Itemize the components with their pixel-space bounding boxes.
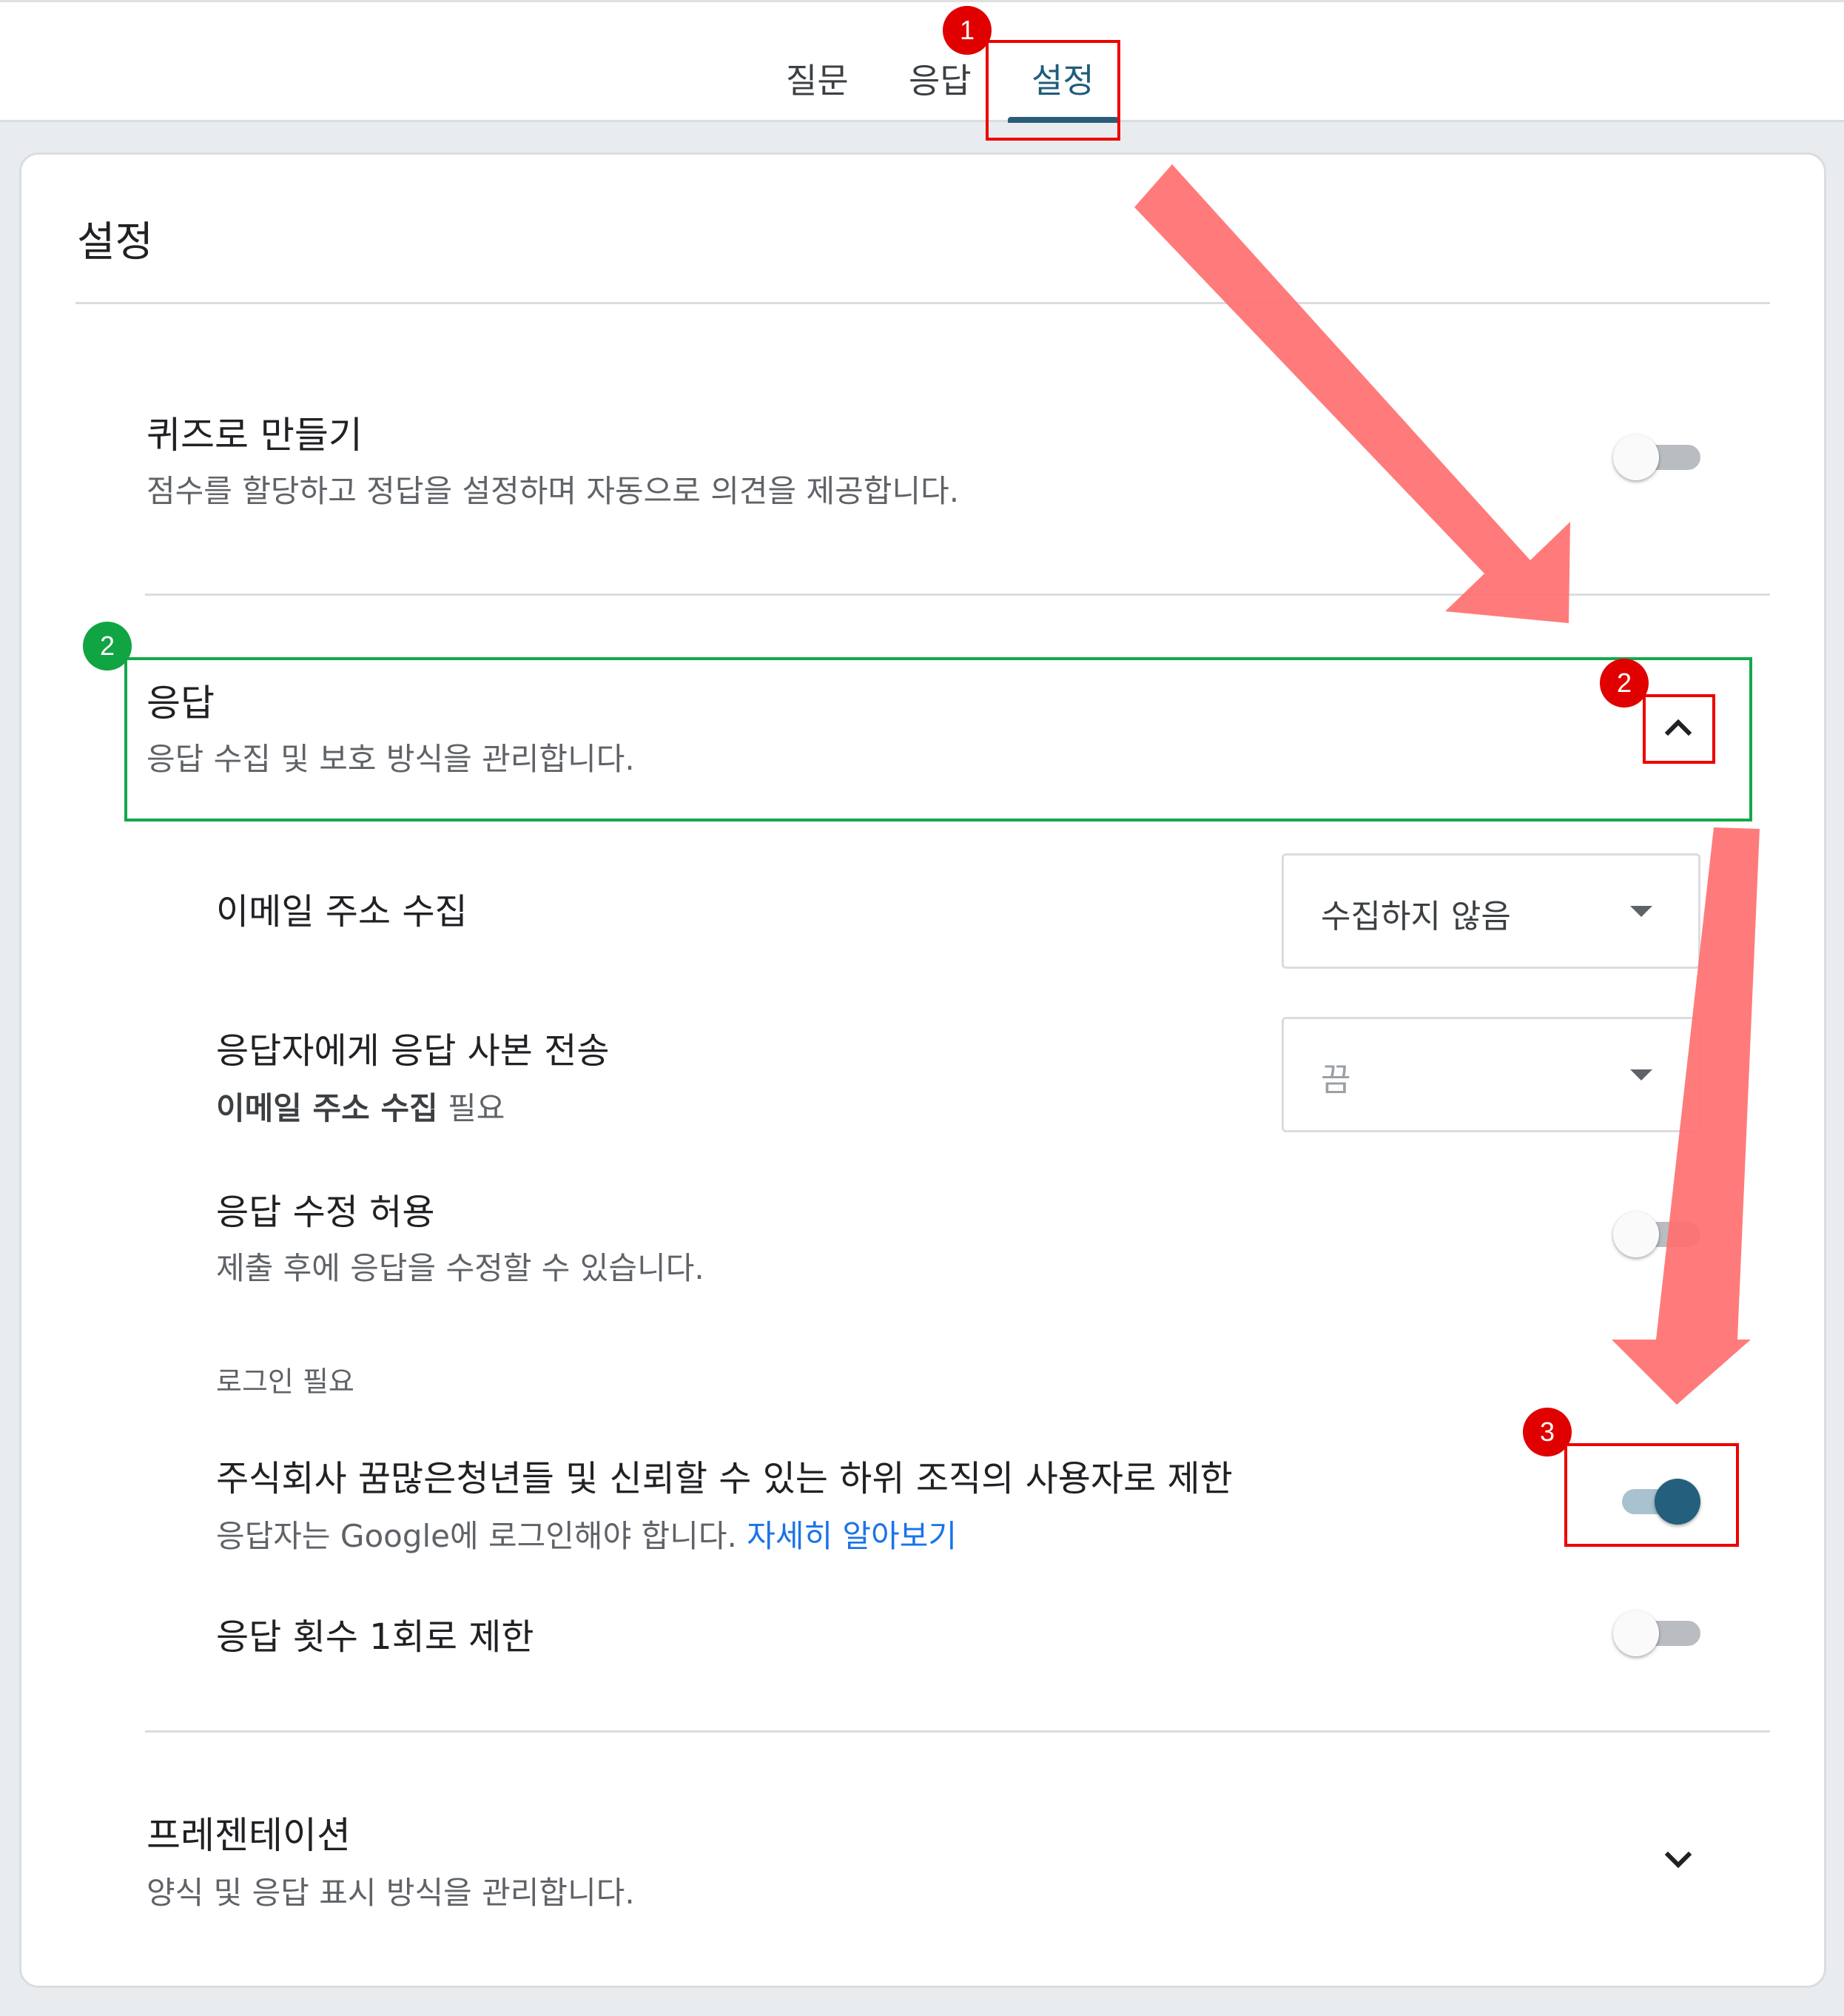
send-copy-note-bold: 이메일 주소 수집 bbox=[216, 1090, 438, 1126]
allow-edit-label: 응답 수정 허용 bbox=[216, 1192, 435, 1233]
collect-email-select[interactable]: 수집하지 않음 bbox=[1282, 853, 1700, 969]
send-copy-value: 끔 bbox=[1321, 1061, 1351, 1099]
annotation-badge: 3 bbox=[1523, 1408, 1572, 1456]
chevron-down-icon bbox=[1664, 1851, 1692, 1869]
page-title: 설정 bbox=[77, 218, 154, 266]
learn-more-link[interactable]: 자세히 알아보기 bbox=[747, 1518, 957, 1554]
divider bbox=[145, 1730, 1770, 1733]
allow-edit-description: 제출 후에 응답을 수정할 수 있습니다. bbox=[216, 1250, 704, 1286]
annotation-box bbox=[1564, 1443, 1739, 1547]
allow-edit-toggle[interactable] bbox=[1613, 1208, 1702, 1260]
limit-one-toggle[interactable] bbox=[1613, 1607, 1702, 1659]
toggle-thumb bbox=[1613, 1610, 1659, 1656]
divider bbox=[75, 302, 1770, 304]
collect-email-value: 수집하지 않음 bbox=[1321, 898, 1511, 935]
annotation-box bbox=[124, 657, 1752, 821]
dropdown-caret-icon bbox=[1630, 1069, 1652, 1081]
dropdown-caret-icon bbox=[1630, 906, 1652, 917]
annotation-badge: 1 bbox=[943, 6, 992, 55]
restrict-users-description-text: 응답자는 Google에 로그인해야 합니다. bbox=[216, 1518, 747, 1554]
tab-responses[interactable]: 응답 bbox=[909, 54, 972, 103]
restrict-users-description: 응답자는 Google에 로그인해야 합니다. 자세히 알아보기 bbox=[216, 1511, 957, 1556]
toggle-thumb bbox=[1613, 1212, 1659, 1257]
divider bbox=[145, 594, 1770, 596]
limit-one-label: 응답 횟수 1회로 제한 bbox=[216, 1616, 534, 1658]
presentation-title: 프레젠테이션 bbox=[147, 1814, 351, 1857]
send-copy-note-rest: 필요 bbox=[437, 1090, 505, 1126]
quiz-title: 퀴즈로 만들기 bbox=[147, 414, 363, 457]
annotation-badge: 2 bbox=[83, 622, 132, 671]
collect-email-label: 이메일 주소 수집 bbox=[216, 891, 468, 933]
tab-questions[interactable]: 질문 bbox=[786, 54, 849, 103]
annotation-box bbox=[986, 40, 1120, 141]
expand-presentation-button[interactable] bbox=[1652, 1834, 1704, 1886]
quiz-description: 점수를 할당하고 정답을 설정하며 자동으로 의견을 제공합니다. bbox=[147, 473, 960, 509]
tab-bar: 질문 응답 설정 bbox=[0, 0, 1844, 123]
annotation-box bbox=[1643, 694, 1715, 764]
send-copy-note: 이메일 주소 수집 필요 bbox=[216, 1083, 505, 1129]
send-copy-select[interactable]: 끔 bbox=[1282, 1017, 1700, 1132]
send-copy-label: 응답자에게 응답 사본 전송 bbox=[216, 1030, 610, 1072]
presentation-description: 양식 및 응답 표시 방식을 관리합니다. bbox=[147, 1875, 635, 1911]
restrict-users-label: 주식회사 꿈많은청년들 및 신뢰할 수 있는 하위 조직의 사용자로 제한 bbox=[216, 1458, 1233, 1499]
annotation-badge: 2 bbox=[1600, 659, 1649, 708]
login-required-caption: 로그인 필요 bbox=[216, 1365, 354, 1398]
toggle-thumb bbox=[1613, 434, 1659, 480]
quiz-toggle[interactable] bbox=[1613, 431, 1702, 483]
